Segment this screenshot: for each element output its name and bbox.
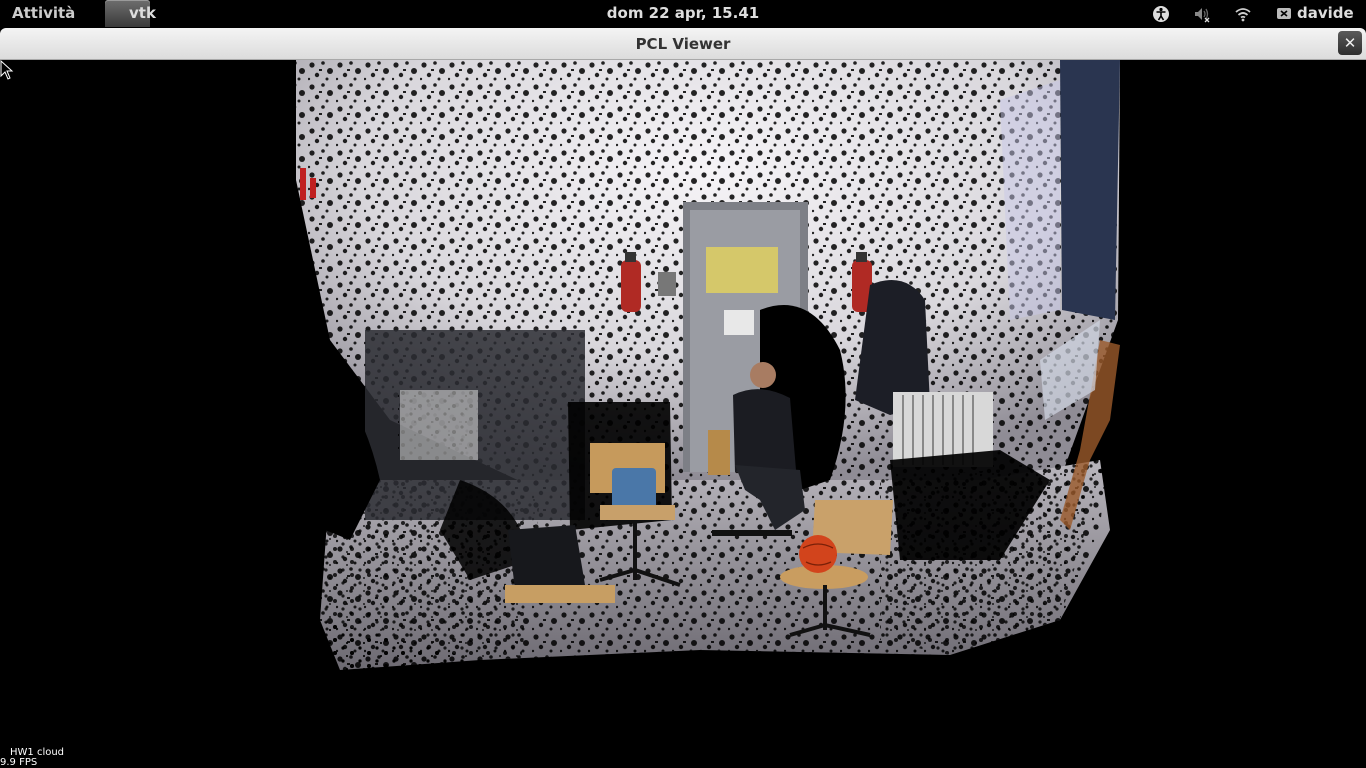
window-titlebar[interactable]: PCL Viewer ✕ (0, 28, 1366, 60)
accessibility-icon[interactable] (1152, 5, 1170, 23)
chat-offline-icon[interactable] (1275, 5, 1293, 23)
window-title: PCL Viewer (635, 35, 731, 53)
close-button[interactable]: ✕ (1338, 31, 1362, 55)
close-icon: ✕ (1343, 34, 1357, 52)
volume-muted-icon[interactable] (1193, 5, 1211, 23)
user-menu[interactable]: davide (1297, 4, 1354, 22)
fps-readout: 9.9 FPS (0, 757, 38, 768)
point-cloud-render (296, 60, 1120, 675)
mouse-pointer-icon (0, 60, 14, 80)
wifi-icon[interactable] (1234, 5, 1252, 23)
top-panel: Attività vtk dom 22 apr, 15.41 davide (0, 0, 1366, 27)
pcl-viewer-canvas[interactable]: HW1 cloud 9.9 FPS (0, 60, 1366, 768)
